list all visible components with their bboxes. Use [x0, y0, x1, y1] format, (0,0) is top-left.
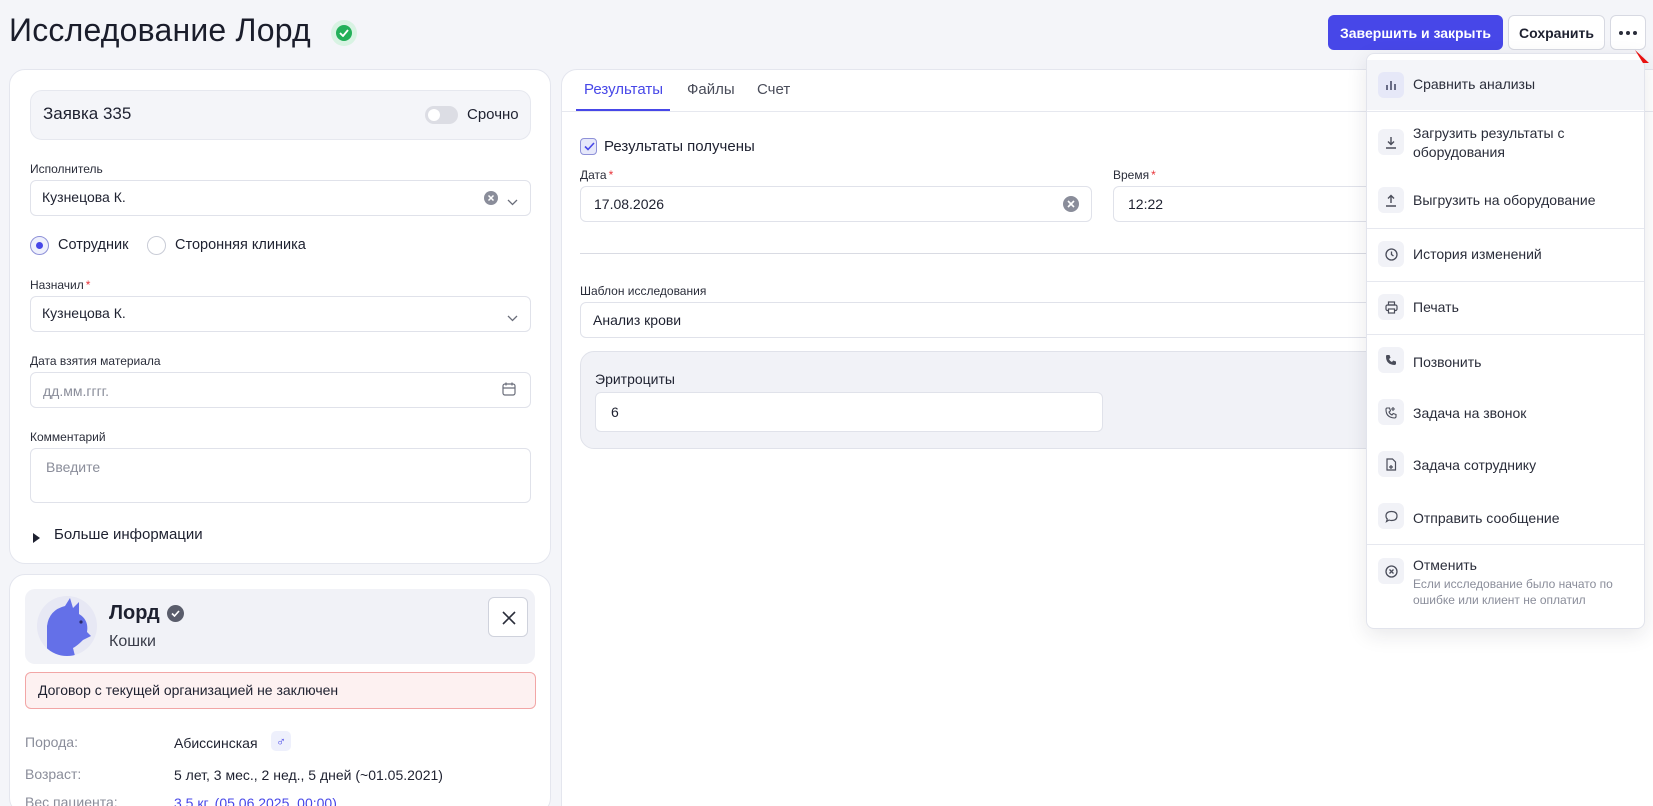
comment-label: Комментарий	[30, 430, 106, 444]
date-value: 17.08.2026	[594, 196, 665, 212]
bar-chart-icon	[1378, 72, 1404, 98]
patient-species: Кошки	[109, 633, 156, 650]
clear-icon[interactable]	[484, 191, 498, 210]
age-label: Возраст:	[25, 766, 82, 782]
download-icon	[1378, 129, 1404, 155]
date-label: Дата *	[580, 168, 614, 182]
active-tab-indicator	[576, 109, 670, 111]
document-task-icon	[1378, 451, 1404, 477]
breed-label: Порода:	[25, 734, 78, 750]
menu-item-label: Позвонить	[1413, 354, 1482, 370]
urgent-label: Срочно	[467, 106, 519, 123]
assigned-label: Назначил *	[30, 278, 91, 292]
pointer-cursor-icon	[1634, 49, 1650, 74]
menu-item-label: Выгрузить на оборудование	[1413, 192, 1596, 208]
weight-label: Вес пациента:	[25, 794, 118, 806]
results-received-checkbox[interactable]	[580, 138, 597, 155]
executor-value: Кузнецова К.	[42, 189, 126, 205]
comment-textarea[interactable]	[30, 448, 531, 503]
tab-files[interactable]: Файлы	[687, 81, 735, 98]
patient-header	[25, 589, 535, 664]
time-value: 12:22	[1128, 196, 1164, 212]
chat-icon	[1378, 503, 1404, 529]
comment-placeholder: Введите	[46, 459, 101, 475]
material-date-label: Дата взятия материала	[30, 354, 161, 368]
radio-employee[interactable]	[30, 236, 49, 255]
clear-date-icon[interactable]	[1063, 196, 1079, 217]
request-title: Заявка 335	[43, 104, 132, 123]
age-value: 5 лет, 3 мес., 2 нед., 5 дней (~01.05.20…	[174, 767, 443, 783]
more-info-toggle[interactable]: Больше информации	[54, 526, 203, 543]
menu-item-hint: Если исследование было начато по ошибке …	[1413, 577, 1613, 607]
template-label: Шаблон исследования	[580, 284, 707, 298]
save-button[interactable]: Сохранить	[1508, 15, 1605, 50]
male-icon: ♂	[271, 731, 291, 751]
erythrocytes-label: Эритроциты	[595, 371, 675, 387]
menu-item-label: Задача на звонок	[1413, 405, 1527, 421]
menu-item-label: Сравнить анализы	[1413, 76, 1536, 92]
menu-item-label: История изменений	[1413, 246, 1542, 262]
status-check-icon	[331, 20, 357, 46]
results-received-label: Результаты получены	[604, 138, 755, 155]
finish-and-close-button[interactable]: Завершить и закрыть	[1328, 15, 1503, 50]
menu-item-cancel[interactable]: Отменить Если исследование было начато п…	[1367, 545, 1644, 627]
breed-value: Абиссинская	[174, 735, 258, 751]
contract-alert-text: Договор с текущей организацией не заключ…	[38, 682, 339, 698]
upload-icon	[1378, 187, 1404, 213]
menu-item-label: Отменить	[1413, 557, 1477, 573]
tab-invoice[interactable]: Счет	[757, 81, 790, 98]
cancel-icon	[1378, 558, 1404, 584]
page-title: Исследование Лорд	[9, 12, 311, 48]
menu-item-history[interactable]: История изменений	[1367, 229, 1644, 281]
menu-item-employee-task[interactable]: Задача сотруднику	[1367, 439, 1644, 491]
urgent-toggle[interactable]	[425, 106, 458, 124]
section-divider	[580, 253, 1380, 254]
menu-item-import-equipment[interactable]: Загрузить результаты с оборудования	[1367, 112, 1644, 168]
time-label: Время *	[1113, 168, 1156, 182]
executor-label: Исполнитель	[30, 162, 103, 176]
close-icon	[502, 611, 516, 625]
erythrocytes-value: 6	[611, 404, 619, 420]
assigned-value: Кузнецова К.	[42, 305, 126, 321]
chevron-down-icon[interactable]	[507, 193, 518, 211]
menu-item-label: Загрузить результаты с оборудования	[1413, 125, 1565, 160]
weight-link[interactable]: 3,5 кг. (05.06.2025, 00:00)	[174, 795, 337, 806]
menu-item-call-task[interactable]: Задача на звонок	[1367, 387, 1644, 439]
phone-task-icon	[1378, 399, 1404, 425]
menu-item-compare[interactable]: Сравнить анализы	[1367, 60, 1644, 110]
menu-item-print[interactable]: Печать	[1367, 282, 1644, 334]
tab-results[interactable]: Результаты	[584, 81, 663, 98]
cat-avatar-icon	[37, 596, 97, 656]
menu-item-label: Отправить сообщение	[1413, 510, 1560, 526]
more-actions-button[interactable]	[1610, 15, 1646, 50]
verified-icon	[167, 605, 184, 622]
patient-name: Лорд	[109, 602, 160, 624]
radio-external-clinic[interactable]	[147, 236, 166, 255]
radio-external-label: Сторонняя клиника	[175, 237, 306, 253]
phone-icon	[1378, 347, 1404, 373]
menu-item-send-message[interactable]: Отправить сообщение	[1367, 491, 1644, 543]
menu-item-label: Печать	[1413, 299, 1459, 315]
template-value: Анализ крови	[593, 312, 682, 328]
menu-item-call[interactable]: Позвонить	[1367, 335, 1644, 387]
template-select[interactable]	[580, 302, 1380, 338]
chevron-down-icon[interactable]	[507, 309, 518, 327]
menu-item-export-equipment[interactable]: Выгрузить на оборудование	[1367, 175, 1644, 225]
calendar-icon[interactable]	[502, 382, 516, 401]
menu-item-label: Задача сотруднику	[1413, 457, 1537, 473]
remove-patient-button[interactable]	[488, 597, 528, 637]
erythrocytes-input[interactable]	[595, 392, 1103, 432]
printer-icon	[1378, 294, 1404, 320]
radio-employee-label: Сотрудник	[58, 237, 129, 253]
clock-icon	[1378, 241, 1404, 267]
caret-right-icon[interactable]	[33, 530, 40, 548]
material-date-placeholder: дд.мм.гггг.	[43, 383, 109, 399]
more-dots-icon	[1619, 30, 1637, 35]
